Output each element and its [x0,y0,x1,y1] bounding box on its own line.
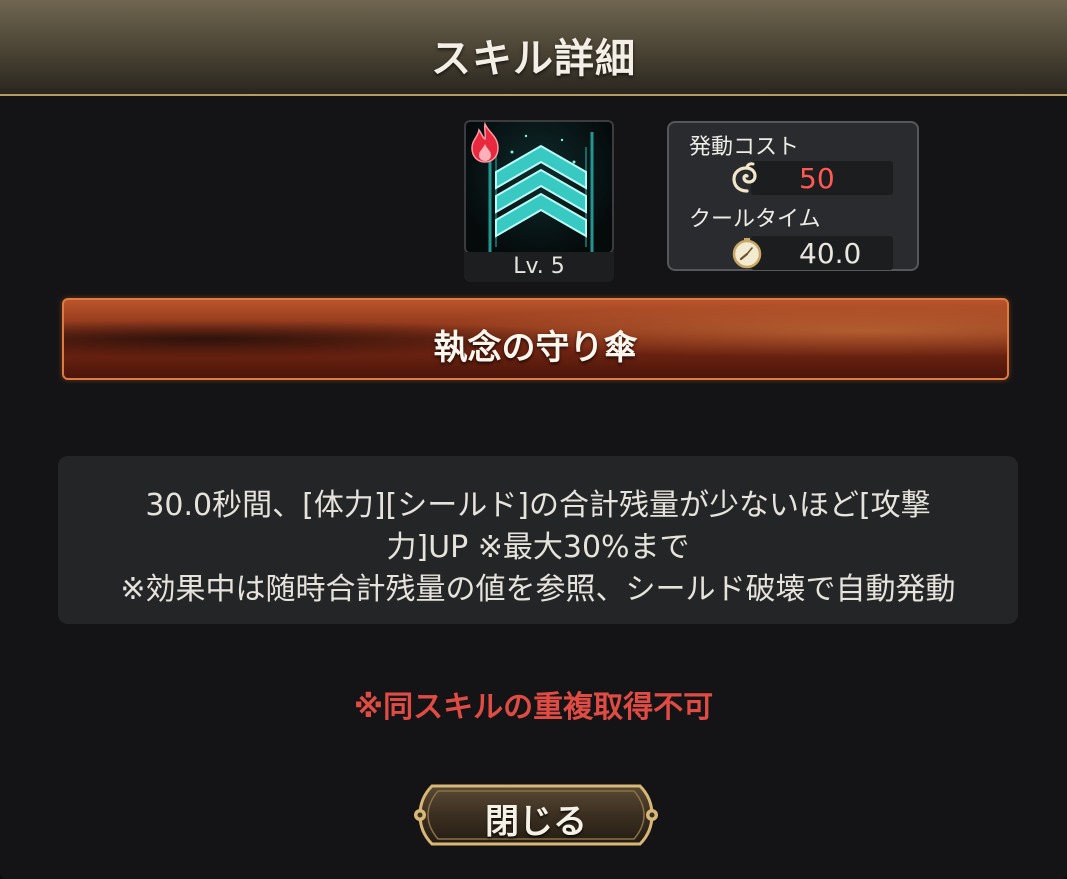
skill-description: 30.0秒間、[体力][シールド]の合計残量が少ないほど[攻撃 力]UP ※最大… [58,456,1018,624]
cooldown-label: クールタイム [689,207,821,232]
close-button-label: 閉じる [485,802,587,842]
spiral-cost-icon [732,162,757,193]
dialog-header: スキル詳細 [0,0,1067,96]
description-line: 30.0秒間、[体力][シールド]の合計残量が少ないほど[攻撃 [145,488,931,523]
stopwatch-icon [732,238,762,269]
skill-detail-dialog: スキル詳細 Lv. 5 発動コスト 50 クールタイム 40.0 執念の守り傘 … [0,0,1067,879]
cooldown-row: 40.0 [751,236,893,270]
skill-name-banner: 執念の守り傘 [62,298,1009,380]
fire-element-icon [471,122,499,163]
activation-cost-value: 50 [799,162,835,195]
duplicate-warning: ※同スキルの重複取得不可 [353,690,714,725]
skill-name: 執念の守り傘 [433,328,638,368]
skill-level-label: Lv. 5 [464,252,614,282]
description-line: 力]UP ※最大30%まで [386,530,690,565]
activation-cost-row: 50 [751,161,893,195]
cooldown-value: 40.0 [799,237,862,270]
description-line: ※効果中は随時合計残量の値を参照、シールド破壊で自動発動 [120,572,956,607]
close-button[interactable]: 閉じる [410,780,662,850]
cost-panel: 発動コスト 50 クールタイム 40.0 [667,121,919,271]
dialog-title: スキル詳細 [431,36,636,82]
activation-cost-label: 発動コスト [689,135,800,160]
